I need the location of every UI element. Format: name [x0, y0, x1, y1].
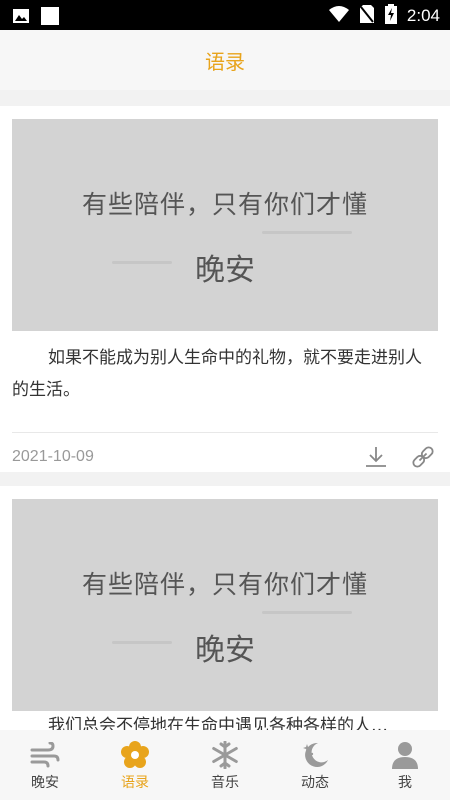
app-bar: 语录 [0, 30, 450, 90]
copy-link-button[interactable] [408, 442, 438, 472]
link-icon [412, 446, 434, 468]
quote-text: 我们总会不停地在生命中遇见各种各样的人… [48, 716, 388, 730]
image-text-line1: 有些陪伴，只有你们才懂 [81, 190, 368, 219]
image-texture [262, 231, 352, 234]
bottom-tab-bar: 晚安 语录 音乐 动态 我 [0, 730, 450, 800]
flower-icon [120, 740, 150, 770]
post-date: 2021-10-09 [12, 448, 94, 465]
page-title: 语录 [205, 49, 245, 74]
tab-label: 动态 [301, 775, 329, 791]
tab-goodnight[interactable]: 晚安 [0, 730, 90, 800]
square-notification-icon [40, 6, 60, 30]
moon-icon [300, 740, 330, 770]
download-icon [366, 447, 386, 467]
tab-label: 音乐 [211, 775, 239, 791]
image-text-line1: 有些陪伴，只有你们才懂 [81, 570, 368, 599]
no-sim-icon [359, 4, 375, 28]
tab-label: 晚安 [31, 775, 59, 791]
quote-card: 有些陪伴，只有你们才懂 晚安 我们总会不停地在生命中遇见各种各样的人… [0, 486, 450, 730]
image-text-line2: 晚安 [195, 633, 255, 668]
snowflake-icon [210, 740, 240, 770]
wifi-icon [328, 5, 349, 27]
tab-label: 语录 [121, 775, 149, 791]
image-text-line2: 晚安 [195, 253, 255, 288]
quote-text: 如果不能成为别人生命中的礼物，就不要走进别人的生活。 [12, 348, 422, 400]
tab-quotes[interactable]: 语录 [90, 730, 180, 800]
quote-card: 有些陪伴，只有你们才懂 晚安 如果不能成为别人生命中的礼物，就不要走进别人的生活… [0, 106, 450, 472]
battery-charging-icon [384, 4, 397, 28]
download-button[interactable] [361, 442, 391, 472]
image-notification-icon [12, 8, 30, 28]
quote-image[interactable]: 有些陪伴，只有你们才懂 晚安 [12, 119, 438, 331]
tab-me[interactable]: 我 [360, 730, 450, 800]
clock: 2:04 [406, 6, 440, 25]
quote-image[interactable]: 有些陪伴，只有你们才懂 晚安 [12, 499, 438, 711]
tab-label: 我 [398, 775, 412, 791]
status-bar: 2:04 [0, 0, 450, 30]
divider [12, 432, 438, 433]
quote-feed[interactable]: 有些陪伴，只有你们才懂 晚安 如果不能成为别人生命中的礼物，就不要走进别人的生活… [0, 90, 450, 730]
tab-moments[interactable]: 动态 [270, 730, 360, 800]
image-texture [262, 611, 352, 614]
tab-music[interactable]: 音乐 [180, 730, 270, 800]
person-icon [390, 740, 420, 770]
wind-icon [30, 740, 60, 770]
